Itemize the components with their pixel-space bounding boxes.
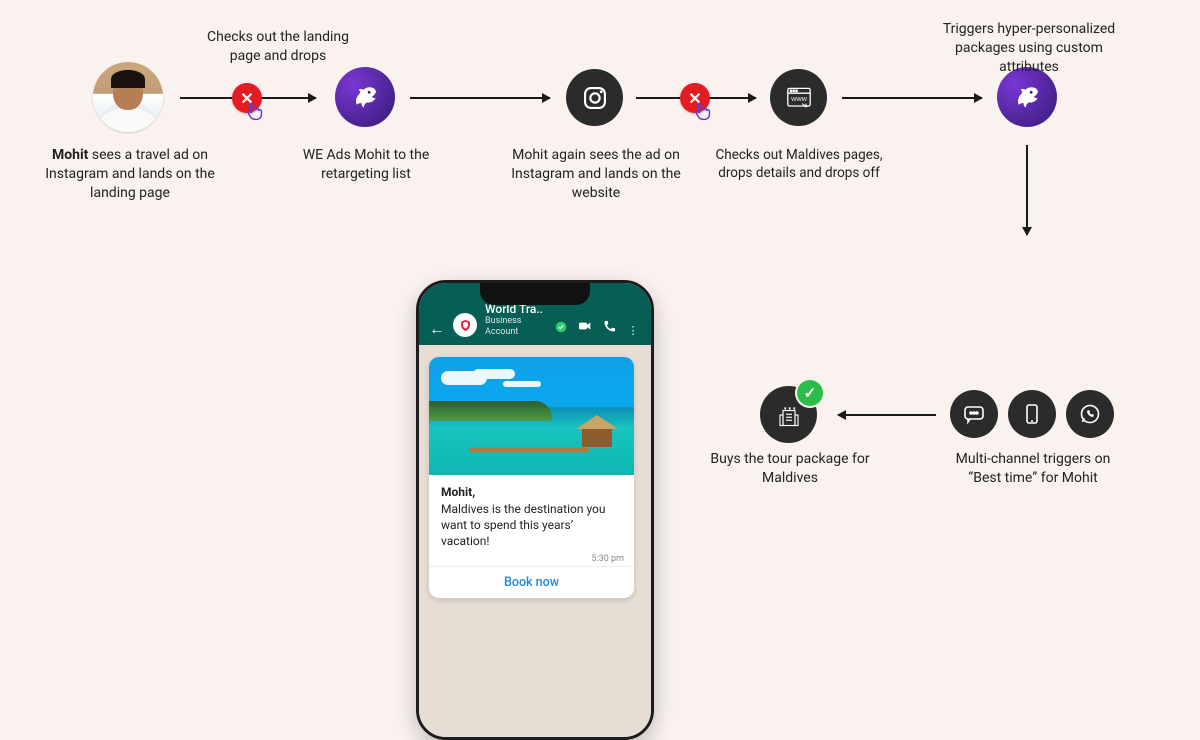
message-timestamp: 5:30 pm (429, 552, 634, 566)
step-6-multichannel (950, 390, 1114, 438)
chat-icon (950, 390, 998, 438)
check-icon: ✓ (797, 380, 823, 406)
hotel-stars-icon: ✓ (760, 386, 817, 443)
message-card[interactable]: Mohit, Maldives is the destination you w… (429, 357, 634, 598)
mohit-avatar (93, 62, 163, 132)
message-body: Maldives is the destination you want to … (441, 501, 622, 550)
more-menu-icon[interactable]: ⋮ (625, 324, 641, 337)
cursor-icon (692, 101, 714, 123)
step-1-above-caption: Checks out the landing page and drops (192, 28, 364, 66)
drop-x-2: ✕ (680, 83, 710, 113)
step-4-browser: WWW (770, 69, 827, 126)
step-1-avatar (93, 62, 163, 132)
business-avatar[interactable] (453, 313, 477, 337)
step-4-caption: Checks out Maldives pages, drops details… (715, 146, 883, 182)
step-7-buy: ✓ (760, 386, 817, 443)
whatsapp-chat-area: Mohit, Maldives is the destination you w… (419, 345, 651, 737)
video-call-icon[interactable] (577, 318, 593, 337)
step-2-caption: WE Ads Mohit to the retargeting list (285, 146, 447, 184)
phone-notch (480, 283, 590, 305)
webengage-bird-icon (335, 67, 395, 127)
step-6-caption: Multi-channel triggers on “Best time” fo… (940, 450, 1126, 488)
back-arrow-icon[interactable]: ← (429, 321, 445, 337)
arrow-4 (842, 97, 982, 99)
maldives-hero-image (429, 357, 634, 475)
message-name-line: Mohit, (441, 485, 622, 499)
step-3-caption: Mohit again sees the ad on Instagram and… (508, 146, 684, 203)
phone-mockup: ← World Tra.. Business Account ⋮ Mohit, … (416, 280, 654, 740)
svg-text:WWW: WWW (791, 97, 808, 103)
step-2-we-icon (335, 67, 395, 127)
browser-www-icon: WWW (770, 69, 827, 126)
step-1-caption: Mohit sees a travel ad on Instagram and … (45, 146, 215, 203)
arrow-2 (410, 97, 550, 99)
arrow-5-down (1026, 145, 1028, 235)
step-3-instagram (566, 69, 623, 126)
mobile-icon (1008, 390, 1056, 438)
step-5-above-caption: Triggers hyper-personalized packages usi… (930, 20, 1128, 77)
whatsapp-icon (1066, 390, 1114, 438)
step-7-caption: Buys the tour package for Maldives (710, 450, 870, 488)
verified-badge-icon (553, 320, 569, 337)
arrow-6-left (838, 414, 936, 416)
voice-call-icon[interactable] (601, 319, 617, 337)
whatsapp-contact-name[interactable]: World Tra.. Business Account (485, 303, 545, 337)
cursor-icon (244, 101, 266, 123)
drop-x-1: ✕ (232, 83, 262, 113)
book-now-button[interactable]: Book now (429, 566, 634, 598)
instagram-icon (566, 69, 623, 126)
